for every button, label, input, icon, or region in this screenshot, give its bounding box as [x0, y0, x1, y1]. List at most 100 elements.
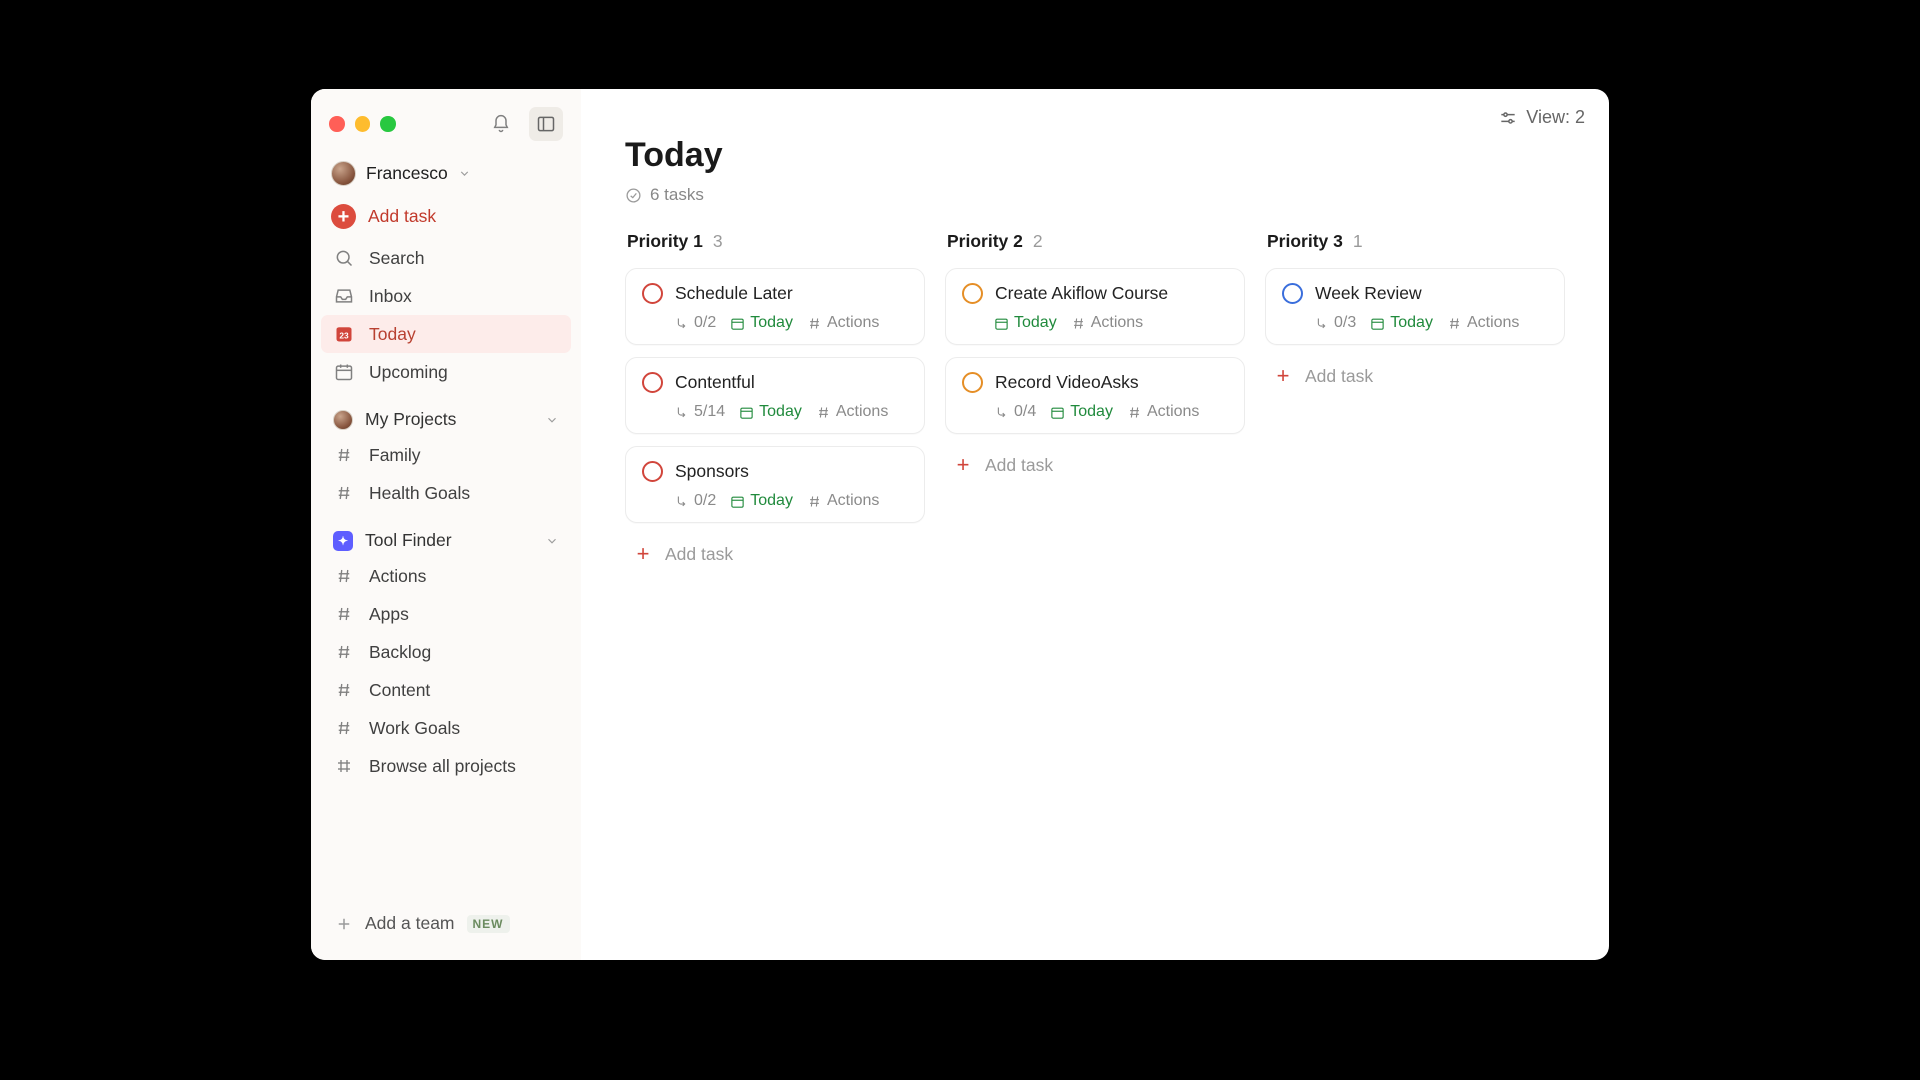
- hash-icon: [807, 494, 822, 509]
- section-title: My Projects: [365, 409, 533, 430]
- plus-icon: +: [953, 452, 973, 478]
- notifications-button[interactable]: [484, 107, 518, 141]
- task-title: Schedule Later: [675, 283, 793, 304]
- sidebar-footer: Add a team NEW: [321, 905, 571, 960]
- column-count: 3: [713, 231, 723, 252]
- sidebar-icon: [536, 114, 556, 134]
- task-checkbox[interactable]: [962, 283, 983, 304]
- workspace-switcher[interactable]: Francesco: [321, 147, 571, 194]
- task-tag: Actions: [807, 492, 879, 510]
- project-work-goals[interactable]: Work Goals: [321, 709, 571, 747]
- calendar-icon: [1370, 316, 1385, 331]
- page-subtitle-row: 6 tasks: [625, 175, 1565, 205]
- hash-icon: [333, 603, 355, 625]
- add-task-label: Add task: [368, 206, 436, 227]
- nav-label: Today: [369, 324, 416, 345]
- subtask-icon: [674, 494, 689, 509]
- plus-icon: +: [1273, 363, 1293, 389]
- task-card[interactable]: Record VideoAsks0/4TodayActions: [945, 357, 1245, 434]
- add-task-label: Add task: [665, 544, 733, 565]
- team-badge-icon: ✦: [333, 531, 353, 551]
- user-name: Francesco: [366, 163, 448, 184]
- task-date: Today: [1050, 403, 1113, 421]
- project-label: Backlog: [369, 642, 431, 663]
- nav-upcoming[interactable]: Upcoming: [321, 353, 571, 391]
- task-checkbox[interactable]: [642, 461, 663, 482]
- column-header[interactable]: Priority 31: [1265, 229, 1565, 256]
- task-title-row: Schedule Later: [642, 283, 908, 304]
- view-label: View: 2: [1526, 107, 1585, 128]
- task-checkbox[interactable]: [1282, 283, 1303, 304]
- task-checkbox[interactable]: [642, 283, 663, 304]
- add-task-in-column[interactable]: +Add task: [625, 535, 925, 573]
- subtask-count: 0/4: [994, 403, 1036, 421]
- column-p3: Priority 31Week Review0/3TodayActions+Ad…: [1265, 229, 1565, 573]
- subtask-count: 0/2: [674, 314, 716, 332]
- nav-search[interactable]: Search: [321, 239, 571, 277]
- column-header[interactable]: Priority 13: [625, 229, 925, 256]
- fullscreen-window-button[interactable]: [380, 116, 396, 132]
- check-circle-icon: [625, 187, 642, 204]
- task-checkbox[interactable]: [642, 372, 663, 393]
- task-meta-row: 0/2TodayActions: [642, 304, 908, 332]
- project-backlog[interactable]: Backlog: [321, 633, 571, 671]
- calendar-today-icon: 23: [333, 323, 355, 345]
- subtask-icon: [994, 405, 1009, 420]
- task-card[interactable]: Contentful5/14TodayActions: [625, 357, 925, 434]
- hash-icon: [1071, 316, 1086, 331]
- columns: Priority 13Schedule Later0/2TodayActions…: [581, 217, 1609, 585]
- avatar-icon: [333, 410, 353, 430]
- task-card[interactable]: Sponsors0/2TodayActions: [625, 446, 925, 523]
- project-health-goals[interactable]: Health Goals: [321, 474, 571, 512]
- project-family[interactable]: Family: [321, 436, 571, 474]
- task-title: Week Review: [1315, 283, 1422, 304]
- user-avatar: [331, 161, 356, 186]
- project-label: Work Goals: [369, 718, 460, 739]
- task-tag: Actions: [807, 314, 879, 332]
- bell-icon: [491, 114, 511, 134]
- task-tag: Actions: [816, 403, 888, 421]
- add-task-in-column[interactable]: +Add task: [945, 446, 1245, 484]
- nav-today[interactable]: 23 Today: [321, 315, 571, 353]
- project-apps[interactable]: Apps: [321, 595, 571, 633]
- add-task-label: Add task: [1305, 366, 1373, 387]
- toggle-sidebar-button[interactable]: [529, 107, 563, 141]
- subtask-icon: [1314, 316, 1329, 331]
- calendar-icon: [333, 361, 355, 383]
- hash-icon: [333, 641, 355, 663]
- task-checkbox[interactable]: [962, 372, 983, 393]
- task-title: Record VideoAsks: [995, 372, 1139, 393]
- column-header[interactable]: Priority 22: [945, 229, 1245, 256]
- section-my-projects[interactable]: My Projects: [321, 391, 571, 436]
- task-title-row: Contentful: [642, 372, 908, 393]
- section-title: Tool Finder: [365, 530, 533, 551]
- add-team-label: Add a team: [365, 913, 455, 934]
- task-count: 6 tasks: [650, 185, 704, 205]
- task-tag: Actions: [1447, 314, 1519, 332]
- add-task-button[interactable]: + Add task: [321, 194, 571, 239]
- topbar: View: 2: [581, 89, 1609, 128]
- task-title-row: Record VideoAsks: [962, 372, 1228, 393]
- calendar-icon: [730, 316, 745, 331]
- nav-inbox[interactable]: Inbox: [321, 277, 571, 315]
- project-actions[interactable]: Actions: [321, 557, 571, 595]
- task-meta-row: 0/4TodayActions: [962, 393, 1228, 421]
- project-content[interactable]: Content: [321, 671, 571, 709]
- add-task-in-column[interactable]: + Add task: [1265, 357, 1565, 395]
- section-tool-finder[interactable]: ✦ Tool Finder: [321, 512, 571, 557]
- task-card[interactable]: Schedule Later0/2TodayActions: [625, 268, 925, 345]
- add-team-button[interactable]: Add a team NEW: [323, 905, 569, 942]
- task-date: Today: [1370, 314, 1433, 332]
- task-meta-row: 0/2TodayActions: [642, 482, 908, 510]
- browse-all-projects[interactable]: Browse all projects: [321, 747, 571, 785]
- hash-icon: [1447, 316, 1462, 331]
- view-options-button[interactable]: View: 2: [1498, 107, 1585, 128]
- nav-label: Upcoming: [369, 362, 448, 383]
- minimize-window-button[interactable]: [355, 116, 371, 132]
- column-title: Priority 2: [947, 231, 1023, 252]
- page-title: Today: [625, 136, 1565, 175]
- task-card[interactable]: Week Review0/3TodayActions: [1265, 268, 1565, 345]
- page-header: Today 6 tasks: [581, 128, 1609, 217]
- close-window-button[interactable]: [329, 116, 345, 132]
- task-card[interactable]: Create Akiflow CourseTodayActions: [945, 268, 1245, 345]
